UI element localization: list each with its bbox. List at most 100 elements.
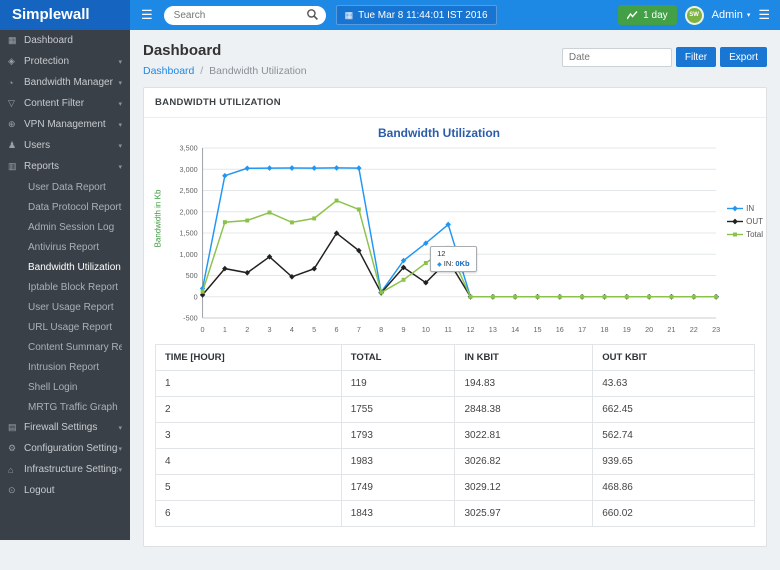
table-cell: 4 — [156, 449, 342, 475]
sidebar-item-reports[interactable]: ▥Reports▾ — [0, 156, 130, 177]
report-icon: ▥ — [8, 161, 24, 172]
power-icon: ⊙ — [8, 485, 24, 496]
sidebar-item-content-summary-report[interactable]: Content Summary Report — [0, 337, 130, 357]
brand-logo[interactable]: Simplewall — [0, 0, 130, 30]
chart-area[interactable]: Bandwidth Utilization Bandwidth in Kb -5… — [144, 118, 766, 336]
shield-icon: ◈ — [8, 56, 24, 67]
svg-text:7: 7 — [357, 325, 361, 334]
table-cell: 43.63 — [593, 371, 755, 397]
sidebar-item-label: Firewall Settings — [24, 422, 118, 433]
date-input[interactable] — [562, 48, 672, 67]
sidebar-item-configuration-settings[interactable]: ⚙Configuration Settings▾ — [0, 438, 130, 459]
sidebar-item-firewall-settings[interactable]: ▤Firewall Settings▾ — [0, 417, 130, 438]
main-content: Dashboard Dashboard / Bandwidth Utilizat… — [130, 30, 780, 557]
table-header-out-kbit: OUT KBIT — [593, 345, 755, 371]
bandwidth-table: TIME [HOUR]TOTALIN KBITOUT KBIT 1119194.… — [155, 344, 755, 527]
sidebar-item-antivirus-report[interactable]: Antivirus Report — [0, 237, 130, 257]
search-icon[interactable] — [306, 8, 319, 21]
svg-text:1,500: 1,500 — [180, 228, 198, 237]
infrastructure-icon: ⌂ — [8, 465, 24, 475]
bandwidth-chart-svg[interactable]: -50005001,0001,5002,0002,5003,0003,50001… — [158, 140, 720, 336]
range-button[interactable]: 1 day — [618, 5, 676, 25]
user-menu[interactable]: Admin ▾ — [712, 9, 751, 21]
sidebar-item-user-usage-report[interactable]: User Usage Report — [0, 297, 130, 317]
sidebar-item-iptable-block-report[interactable]: Iptable Block Report — [0, 277, 130, 297]
breadcrumb-dashboard-link[interactable]: Dashboard — [143, 65, 194, 77]
sidebar-item-data-protocol-report[interactable]: Data Protocol Report — [0, 197, 130, 217]
table-header-in-kbit: IN KBIT — [455, 345, 593, 371]
legend-item-in[interactable]: IN — [727, 204, 763, 213]
sidebar-item-label: Content Filter — [24, 98, 118, 109]
sidebar-item-mrtg-traffic-graph[interactable]: MRTG Traffic Graph — [0, 397, 130, 417]
sidebar-item-users[interactable]: ♟Users▾ — [0, 135, 130, 156]
sidebar-item-vpn-management[interactable]: ⊕VPN Management▾ — [0, 114, 130, 135]
sidebar-item-bandwidth-utilization[interactable]: Bandwidth Utilization — [0, 257, 130, 277]
chart-legend: IN OUT Total — [727, 204, 763, 239]
sidebar-item-content-filter[interactable]: ▽Content Filter▾ — [0, 93, 130, 114]
firewall-icon: ▤ — [8, 422, 24, 433]
table-cell: 939.65 — [593, 449, 755, 475]
sidebar-item-label: Admin Session Log — [28, 222, 122, 233]
sidebar-item-label: Content Summary Report — [28, 342, 122, 353]
settings-menu-icon[interactable]: ☰ — [758, 7, 770, 23]
table-cell: 660.02 — [593, 501, 755, 527]
legend-item-total[interactable]: Total — [727, 230, 763, 239]
menu-toggle-icon[interactable]: ☰ — [130, 7, 164, 23]
top-bar: Simplewall ☰ ▦ Tue Mar 8 11:44:01 IST 20… — [0, 0, 780, 30]
sidebar-item-label: Antivirus Report — [28, 242, 122, 253]
chevron-down-icon: ▾ — [118, 79, 122, 87]
sidebar-item-admin-session-log[interactable]: Admin Session Log — [0, 217, 130, 237]
datetime-button[interactable]: ▦ Tue Mar 8 11:44:01 IST 2016 — [336, 5, 497, 25]
svg-text:1: 1 — [223, 325, 227, 334]
sidebar-item-protection[interactable]: ◈Protection▾ — [0, 51, 130, 72]
search-box — [164, 5, 326, 25]
sidebar-item-bandwidth-manager[interactable]: ◔Bandwidth Manager▾ — [0, 72, 130, 93]
dashboard-icon: ▦ — [8, 35, 24, 46]
svg-text:12: 12 — [466, 325, 474, 334]
svg-text:6: 6 — [335, 325, 339, 334]
sidebar-item-label: Iptable Block Report — [28, 282, 122, 293]
sidebar-item-user-data-report[interactable]: User Data Report — [0, 177, 130, 197]
sidebar-item-label: Intrusion Report — [28, 362, 122, 373]
sidebar-item-label: Users — [24, 140, 118, 151]
gauge-icon: ◔ — [8, 78, 24, 88]
svg-text:16: 16 — [556, 325, 564, 334]
chevron-down-icon: ▾ — [118, 142, 122, 150]
svg-text:22: 22 — [690, 325, 698, 334]
sidebar-item-label: Reports — [24, 161, 118, 172]
legend-label: IN — [746, 204, 754, 213]
avatar[interactable]: SW — [685, 6, 704, 25]
table-header-row: TIME [HOUR]TOTALIN KBITOUT KBIT — [156, 345, 755, 371]
sidebar-item-dashboard[interactable]: ▦Dashboard — [0, 30, 130, 51]
table-cell: 1983 — [341, 449, 455, 475]
svg-text:23: 23 — [712, 325, 720, 334]
sidebar-item-label: URL Usage Report — [28, 322, 122, 333]
svg-text:3,000: 3,000 — [180, 165, 198, 174]
svg-text:20: 20 — [645, 325, 653, 334]
sidebar-item-label: MRTG Traffic Graph — [28, 402, 122, 413]
table-cell: 3022.81 — [455, 423, 593, 449]
sidebar-item-infrastructure-settings[interactable]: ⌂Infrastructure Settings▾ — [0, 459, 130, 480]
tooltip-hour: 12 — [437, 249, 469, 258]
svg-text:17: 17 — [578, 325, 586, 334]
filter-button[interactable]: Filter — [676, 47, 716, 67]
sidebar-item-label: Logout — [24, 485, 122, 496]
sidebar-item-label: Shell Login — [28, 382, 122, 393]
sidebar-item-url-usage-report[interactable]: URL Usage Report — [0, 317, 130, 337]
table-cell: 119 — [341, 371, 455, 397]
legend-item-out[interactable]: OUT — [727, 217, 763, 226]
svg-text:500: 500 — [186, 271, 198, 280]
svg-text:18: 18 — [600, 325, 608, 334]
svg-text:5: 5 — [312, 325, 316, 334]
export-button[interactable]: Export — [720, 47, 767, 67]
sidebar-item-label: Infrastructure Settings — [24, 464, 118, 475]
sidebar-item-logout[interactable]: ⊙Logout — [0, 480, 130, 501]
search-input[interactable] — [164, 6, 326, 25]
table-cell: 2848.38 — [455, 397, 593, 423]
line-chart-icon — [627, 11, 638, 20]
table-cell: 1755 — [341, 397, 455, 423]
table-cell: 1 — [156, 371, 342, 397]
table-cell: 1843 — [341, 501, 455, 527]
sidebar-item-intrusion-report[interactable]: Intrusion Report — [0, 357, 130, 377]
sidebar-item-shell-login[interactable]: Shell Login — [0, 377, 130, 397]
